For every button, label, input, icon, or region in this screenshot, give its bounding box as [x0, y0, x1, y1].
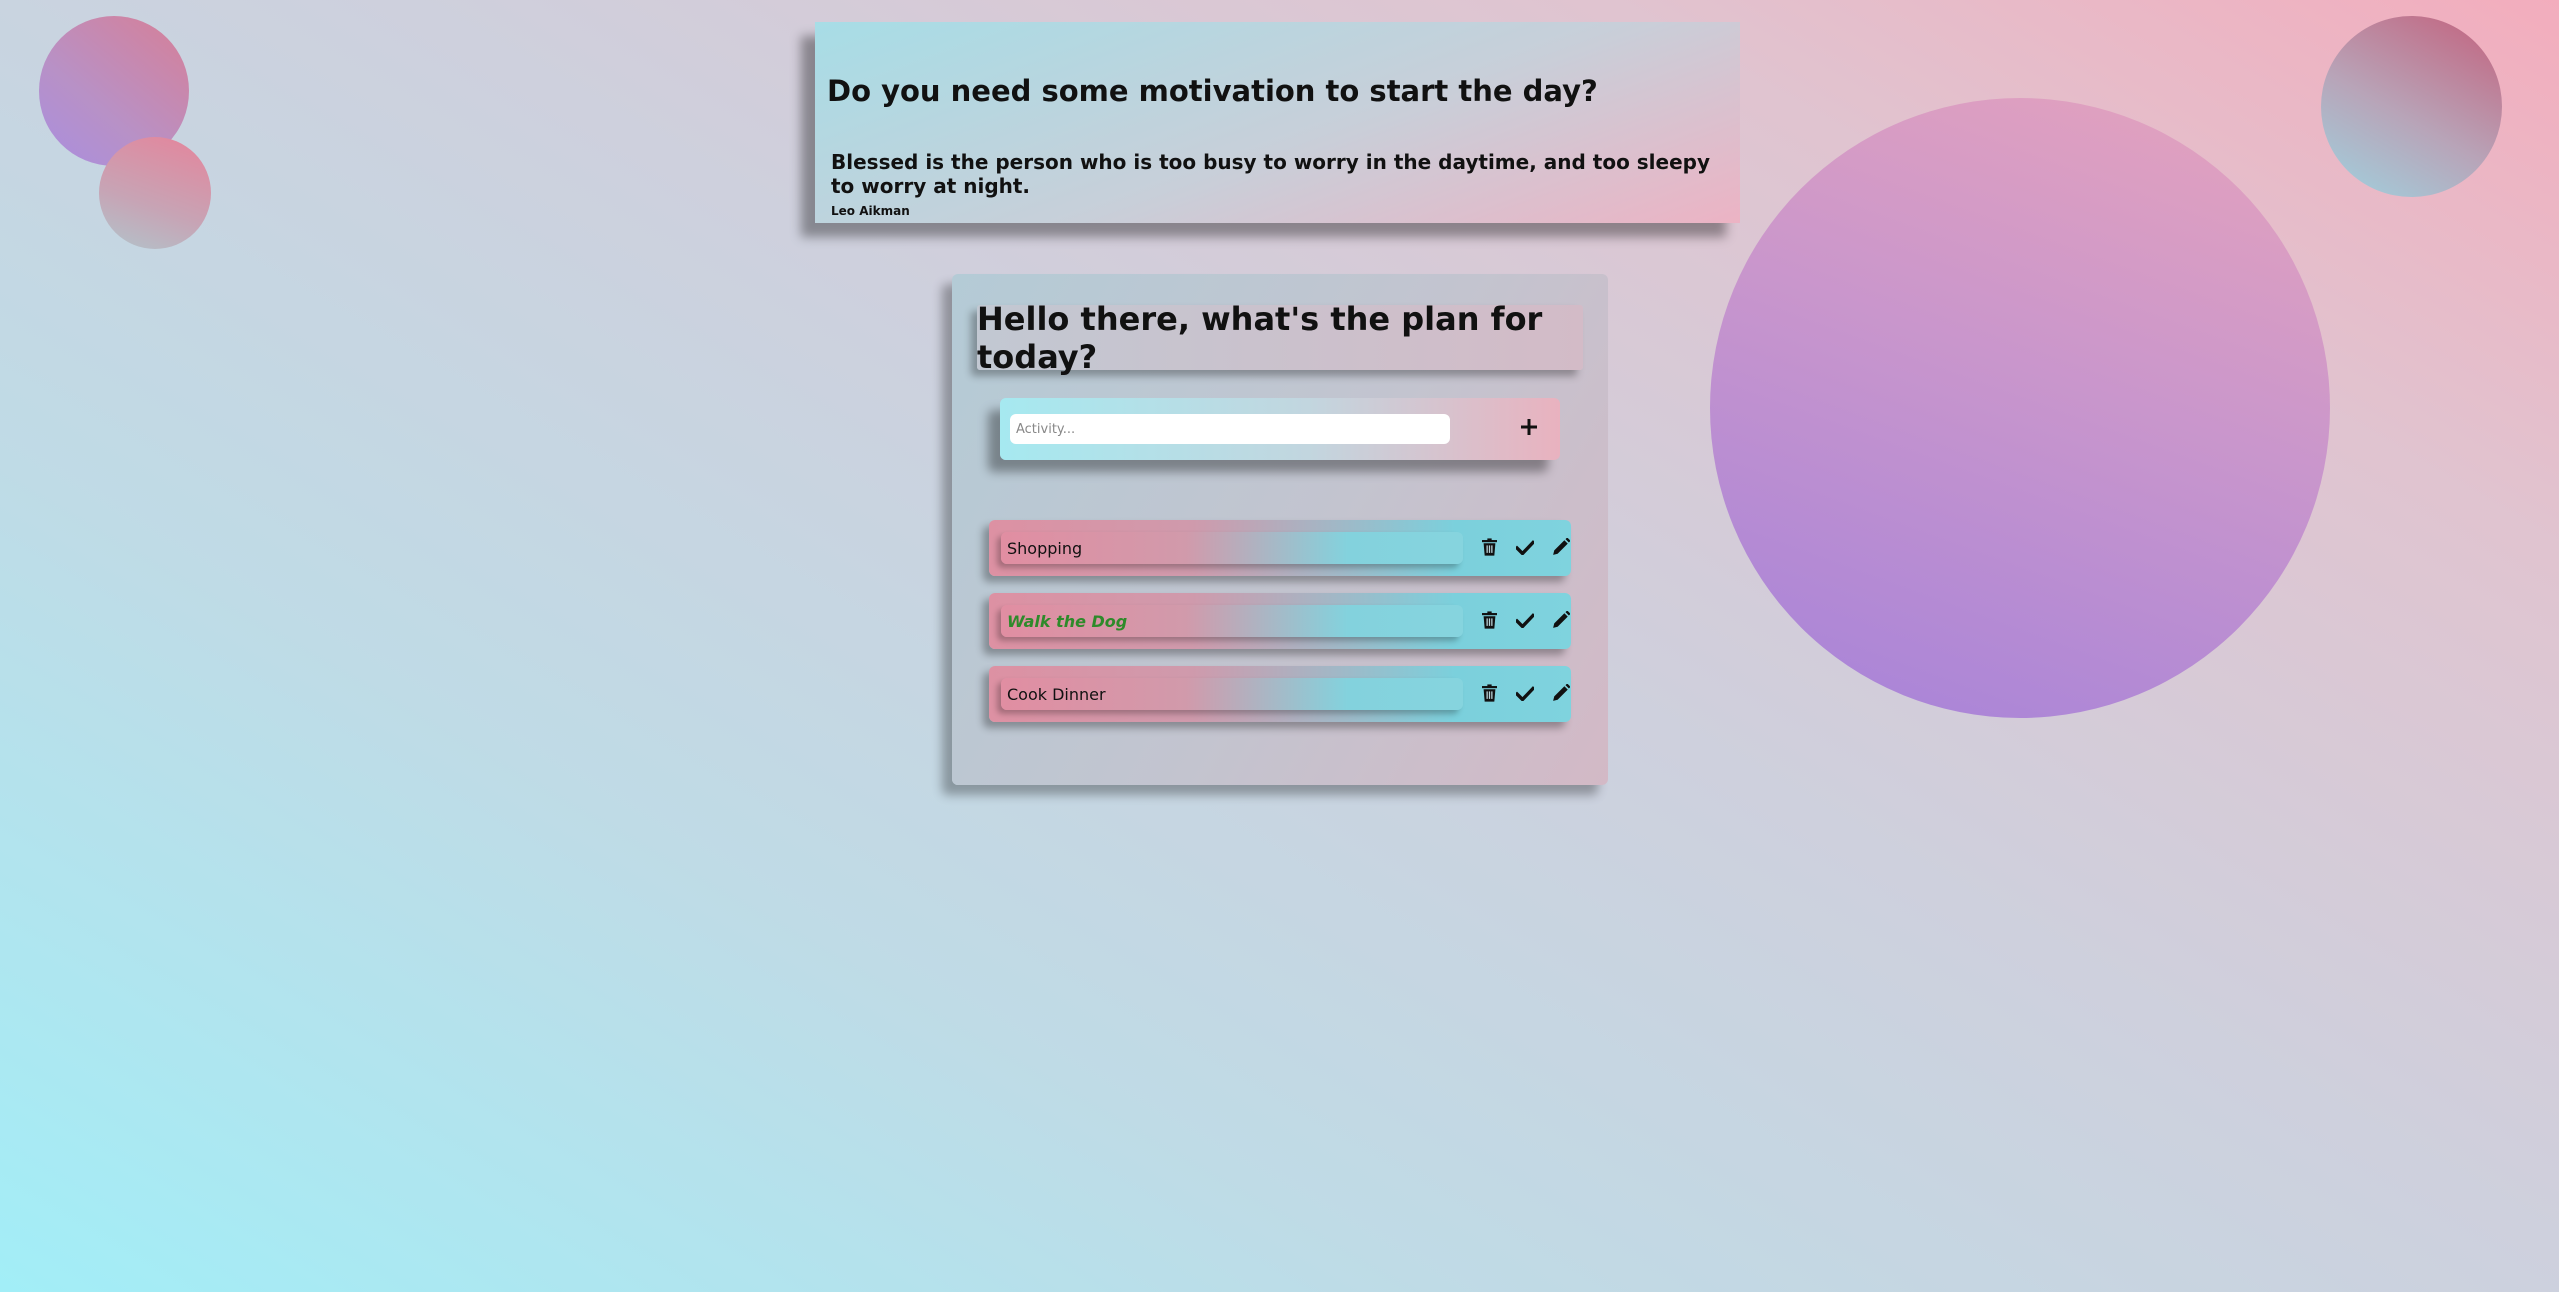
item-actions	[1471, 606, 1579, 634]
add-activity-bar	[1000, 398, 1560, 460]
add-button[interactable]	[1514, 412, 1544, 442]
todo-list: Shopping Walk the Dog Cook Dinner	[989, 520, 1571, 739]
trash-icon	[1481, 684, 1497, 702]
motivation-title: Do you need some motivation to start the…	[827, 74, 1598, 108]
edit-button[interactable]	[1543, 606, 1579, 634]
todo-panel: Hello there, what's the plan for today? …	[952, 274, 1608, 785]
list-item: Shopping	[989, 520, 1571, 576]
trash-icon	[1481, 611, 1497, 629]
list-item-body: Shopping	[1001, 532, 1463, 564]
activity-input[interactable]	[1010, 414, 1450, 444]
check-icon	[1516, 685, 1534, 701]
motivation-card: Do you need some motivation to start the…	[815, 22, 1740, 223]
motivation-quote: Blessed is the person who is too busy to…	[831, 150, 1711, 198]
item-actions	[1471, 679, 1579, 707]
pencil-icon	[1553, 611, 1570, 628]
plus-icon	[1521, 419, 1537, 435]
list-item: Cook Dinner	[989, 666, 1571, 722]
complete-button[interactable]	[1507, 679, 1543, 707]
decorative-circle	[2321, 16, 2502, 197]
item-actions	[1471, 533, 1579, 561]
pencil-icon	[1553, 684, 1570, 701]
edit-button[interactable]	[1543, 533, 1579, 561]
check-icon	[1516, 612, 1534, 628]
decorative-circle	[1710, 98, 2330, 718]
list-item-label: Shopping	[1007, 539, 1083, 558]
todo-header: Hello there, what's the plan for today?	[977, 300, 1583, 376]
complete-button[interactable]	[1507, 606, 1543, 634]
decorative-circle	[99, 137, 211, 249]
list-item: Walk the Dog	[989, 593, 1571, 649]
delete-button[interactable]	[1471, 679, 1507, 707]
edit-button[interactable]	[1543, 679, 1579, 707]
delete-button[interactable]	[1471, 533, 1507, 561]
check-icon	[1516, 539, 1534, 555]
complete-button[interactable]	[1507, 533, 1543, 561]
list-item-body: Cook Dinner	[1001, 678, 1463, 710]
list-item-label: Walk the Dog	[1007, 612, 1128, 631]
list-item-body: Walk the Dog	[1001, 605, 1463, 637]
page-title: Hello there, what's the plan for today?	[977, 299, 1543, 376]
list-item-label: Cook Dinner	[1007, 685, 1106, 704]
quote-author: Leo Aikman	[831, 204, 910, 218]
delete-button[interactable]	[1471, 606, 1507, 634]
pencil-icon	[1553, 538, 1570, 555]
trash-icon	[1481, 538, 1497, 556]
